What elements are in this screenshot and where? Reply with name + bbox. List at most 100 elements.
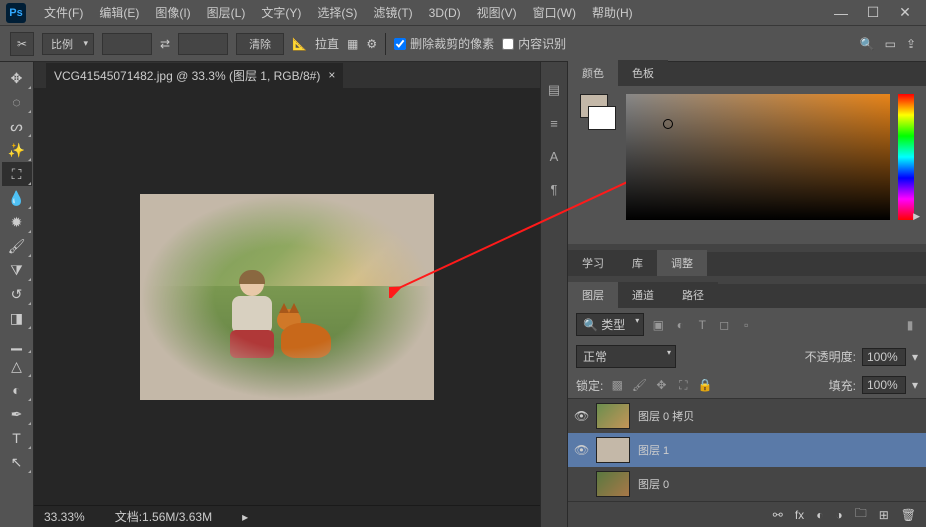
clear-button[interactable]: 清除 xyxy=(236,33,284,55)
close-tab-icon[interactable]: × xyxy=(328,68,335,82)
delete-layer-icon[interactable]: 🗑 xyxy=(901,508,916,522)
filter-shape-icon[interactable]: ◻ xyxy=(716,318,732,332)
layer-mask-icon[interactable]: ◐ xyxy=(816,508,823,522)
layer-name[interactable]: 图层 1 xyxy=(638,442,669,458)
layer-name[interactable]: 图层 0 xyxy=(638,476,669,492)
filter-toggle-icon[interactable]: ▮ xyxy=(902,318,918,332)
document-tab-label: VCG41545071482.jpg @ 33.3% (图层 1, RGB/8#… xyxy=(54,67,320,84)
blur-tool[interactable]: △ xyxy=(2,354,32,378)
layer-name[interactable]: 图层 0 拷贝 xyxy=(638,408,694,424)
hue-slider[interactable]: ▶ xyxy=(898,94,914,220)
tab-swatches[interactable]: 色板 xyxy=(618,60,668,86)
layer-filter-kind[interactable]: 🔍 类型 xyxy=(576,313,644,336)
filter-pixel-icon[interactable]: ▣ xyxy=(650,318,666,332)
layer-row[interactable]: 👁 图层 1 xyxy=(568,433,926,467)
lasso-tool[interactable]: ᔕ xyxy=(2,114,32,138)
collapsed-dock: ▤ ≡ A ¶ xyxy=(540,62,568,527)
marquee-tool[interactable]: ◌ xyxy=(2,90,32,114)
eraser-tool[interactable]: ◨ xyxy=(2,306,32,330)
menu-select[interactable]: 选择(S) xyxy=(309,4,365,21)
menu-layer[interactable]: 图层(L) xyxy=(199,4,254,21)
lock-all-icon[interactable]: 🔒 xyxy=(697,378,713,392)
visibility-icon[interactable]: 👁 xyxy=(574,443,588,457)
ratio-width-input[interactable] xyxy=(102,33,152,55)
window-maximize-button[interactable]: ☐ xyxy=(858,3,888,23)
menu-3d[interactable]: 3D(D) xyxy=(421,6,469,20)
tab-layers[interactable]: 图层 xyxy=(568,282,618,308)
doc-info[interactable]: 文档:1.56M/3.63M xyxy=(115,508,212,525)
content-aware-checkbox[interactable]: 内容识别 xyxy=(502,35,566,52)
layer-row[interactable]: 👁 图层 0 拷贝 xyxy=(568,399,926,433)
menu-image[interactable]: 图像(I) xyxy=(147,4,198,21)
layer-thumbnail[interactable] xyxy=(596,437,630,463)
lock-pos-icon[interactable]: ✥ xyxy=(653,378,669,392)
tab-adjustments[interactable]: 调整 xyxy=(657,250,707,276)
color-field[interactable] xyxy=(626,94,890,220)
heal-tool[interactable]: ✹ xyxy=(2,210,32,234)
filter-type-icon[interactable]: T xyxy=(694,318,710,332)
menu-type[interactable]: 文字(Y) xyxy=(253,4,309,21)
canvas[interactable] xyxy=(34,88,540,505)
lock-paint-icon[interactable]: 🖌 xyxy=(631,378,647,392)
dodge-tool[interactable]: ◐ xyxy=(2,378,32,402)
fill-input[interactable]: 100% xyxy=(862,376,906,394)
crop-tool[interactable]: ⛶ xyxy=(2,162,32,186)
tab-channels[interactable]: 通道 xyxy=(618,282,668,308)
gear-icon[interactable]: ⚙ xyxy=(366,38,377,50)
tab-color[interactable]: 颜色 xyxy=(568,60,618,86)
magic-wand-tool[interactable]: ✨ xyxy=(2,138,32,162)
character-icon[interactable]: A xyxy=(550,149,559,164)
layer-thumbnail[interactable] xyxy=(596,471,630,497)
crop-tool-icon[interactable]: ✂ xyxy=(10,32,34,56)
grid-icon[interactable]: ▦ xyxy=(347,38,358,50)
swap-icon[interactable]: ⇄ xyxy=(160,38,170,50)
window-close-button[interactable]: ✕ xyxy=(890,3,920,23)
share-icon[interactable]: ⇪ xyxy=(906,38,916,50)
ratio-height-input[interactable] xyxy=(178,33,228,55)
background-swatch[interactable] xyxy=(588,106,616,130)
move-tool[interactable]: ✥ xyxy=(2,66,32,90)
history-icon[interactable]: ▤ xyxy=(548,82,560,98)
pen-tool[interactable]: ✒ xyxy=(2,402,32,426)
layer-row[interactable]: 图层 0 xyxy=(568,467,926,501)
layer-fx-icon[interactable]: fx xyxy=(795,508,804,522)
history-brush-tool[interactable]: ↺ xyxy=(2,282,32,306)
menu-help[interactable]: 帮助(H) xyxy=(584,4,641,21)
lock-nest-icon[interactable]: ⛶ xyxy=(675,378,691,393)
layer-thumbnail[interactable] xyxy=(596,403,630,429)
ratio-select[interactable]: 比例 xyxy=(42,33,94,55)
tab-libraries[interactable]: 库 xyxy=(618,250,657,276)
path-tool[interactable]: ↖ xyxy=(2,450,32,474)
brush-tool[interactable]: 🖌 xyxy=(2,234,32,258)
blend-mode-select[interactable]: 正常 xyxy=(576,345,676,368)
type-tool[interactable]: T xyxy=(2,426,32,450)
menu-view[interactable]: 视图(V) xyxy=(469,4,525,21)
group-icon[interactable]: 🗀 xyxy=(855,504,867,525)
straighten-icon[interactable]: 📐 xyxy=(292,38,307,50)
eyedropper-tool[interactable]: 💧 xyxy=(2,186,32,210)
stamp-tool[interactable]: ⧩ xyxy=(2,258,32,282)
gradient-tool[interactable]: ▁ xyxy=(2,330,32,354)
filter-adjust-icon[interactable]: ◐ xyxy=(672,318,688,332)
adjustment-layer-icon[interactable]: ◑ xyxy=(835,508,842,522)
link-layers-icon[interactable]: ⚯ xyxy=(773,508,783,522)
delete-cropped-checkbox[interactable]: 删除裁剪的像素 xyxy=(394,35,494,52)
document-tab[interactable]: VCG41545071482.jpg @ 33.3% (图层 1, RGB/8#… xyxy=(46,63,343,88)
menu-file[interactable]: 文件(F) xyxy=(36,4,91,21)
lock-trans-icon[interactable]: ▩ xyxy=(609,378,625,392)
opacity-input[interactable]: 100% xyxy=(862,348,906,366)
zoom-level[interactable]: 33.33% xyxy=(44,510,85,524)
tab-learn[interactable]: 学习 xyxy=(568,250,618,276)
menu-edit[interactable]: 编辑(E) xyxy=(91,4,147,21)
filter-smart-icon[interactable]: ▫ xyxy=(738,318,754,332)
properties-icon[interactable]: ≡ xyxy=(550,116,558,131)
new-layer-icon[interactable]: ⊞ xyxy=(879,508,889,522)
menu-filter[interactable]: 滤镜(T) xyxy=(365,4,420,21)
visibility-icon[interactable]: 👁 xyxy=(574,409,588,423)
paragraph-icon[interactable]: ¶ xyxy=(551,182,558,197)
menu-window[interactable]: 窗口(W) xyxy=(525,4,584,21)
workspace-icon[interactable]: ▭ xyxy=(885,38,896,50)
tab-paths[interactable]: 路径 xyxy=(668,282,718,308)
window-minimize-button[interactable]: — xyxy=(826,3,856,23)
search-icon[interactable]: 🔍 xyxy=(860,38,875,50)
